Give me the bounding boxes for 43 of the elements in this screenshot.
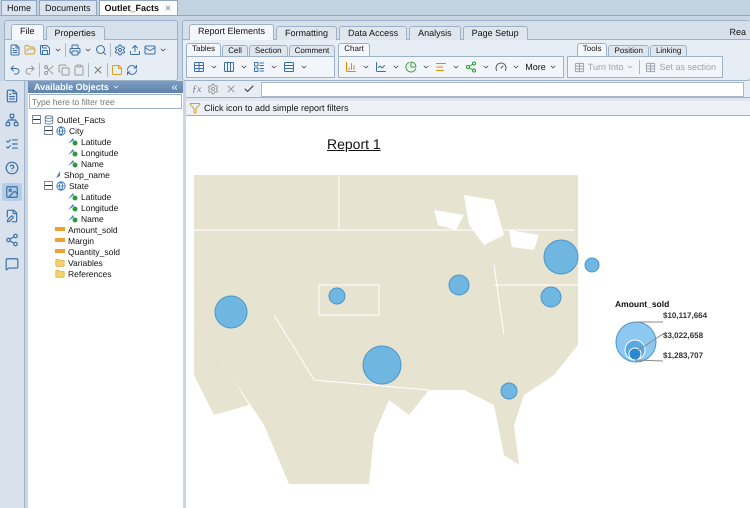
formula-icon[interactable]: ƒx <box>192 84 202 94</box>
tree-item[interactable]: State <box>32 180 183 191</box>
tab[interactable]: File <box>11 24 44 40</box>
tab[interactable]: Report Elements <box>189 24 274 40</box>
tab[interactable]: Page Setup <box>462 26 528 40</box>
tree-item[interactable]: Longitude <box>32 202 183 213</box>
legend-value: $3,022,658 <box>663 331 704 340</box>
legend-title: Amount_sold <box>615 299 670 309</box>
report-title: Report 1 <box>327 136 381 152</box>
more-button[interactable]: More <box>525 62 557 72</box>
filter-field[interactable]: Type here to filter tree <box>29 94 182 109</box>
tab-label[interactable]: Rea <box>729 27 746 37</box>
filter-hint: Click icon to add simple report filters <box>204 103 349 113</box>
tab[interactable]: Comment <box>288 45 336 56</box>
tree-item[interactable]: Shop_name <box>32 169 183 180</box>
tree-item[interactable]: Latitude <box>32 191 183 202</box>
tree-item[interactable]: Margin <box>32 235 183 246</box>
tab[interactable]: Analysis <box>409 26 461 40</box>
tab[interactable]: Home <box>1 0 38 15</box>
tree-item[interactable]: Latitude <box>32 136 183 147</box>
tab[interactable]: Documents <box>39 0 97 15</box>
tab[interactable]: Tables <box>186 43 222 56</box>
tree-item[interactable]: Amount_sold <box>32 224 183 235</box>
tab[interactable]: Data Access <box>339 26 408 40</box>
tab[interactable]: Formatting <box>276 26 338 40</box>
tree-item[interactable]: City <box>32 125 183 136</box>
legend-value: $10,117,664 <box>663 311 708 320</box>
tab[interactable]: Section <box>248 45 288 56</box>
legend-value: $1,283,707 <box>663 351 704 360</box>
tree-item[interactable]: Name <box>32 158 183 169</box>
tree-item[interactable]: Outlet_Facts <box>32 114 183 125</box>
tab[interactable]: Outlet_Facts <box>98 0 178 15</box>
tab[interactable]: Properties <box>46 26 105 40</box>
tab[interactable]: Chart <box>338 43 370 56</box>
tree-item[interactable]: Variables <box>32 257 183 268</box>
tree-item[interactable]: Longitude <box>32 147 183 158</box>
tree-item[interactable]: References <box>32 268 183 279</box>
tab[interactable]: Linking <box>650 45 688 56</box>
tree-item[interactable]: Quantity_sold <box>32 246 183 257</box>
tree-item[interactable]: Name <box>32 213 183 224</box>
tab[interactable]: Cell <box>222 45 248 56</box>
tab[interactable]: Position <box>608 45 649 56</box>
tab[interactable]: Tools <box>576 43 608 56</box>
